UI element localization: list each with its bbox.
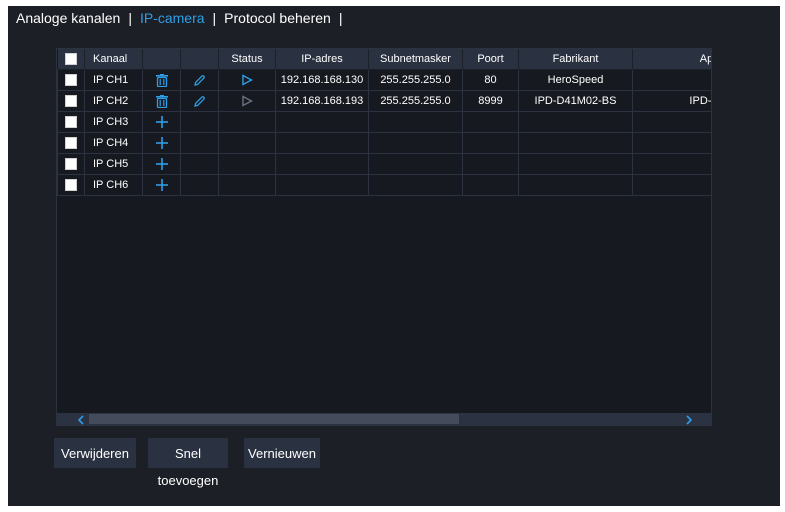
empty-cell: [462, 132, 519, 154]
manufacturer-cell: IPD-D41M02-BS: [518, 90, 633, 112]
edit-pencil-icon[interactable]: [193, 74, 206, 87]
column-header-status[interactable]: Status: [218, 49, 276, 70]
column-header-manufacturer[interactable]: Fabrikant: [518, 49, 633, 70]
empty-cell: [275, 132, 369, 154]
empty-cell: [368, 174, 463, 196]
empty-cell: [462, 111, 519, 133]
play-status-icon[interactable]: [241, 74, 253, 86]
empty-cell: [518, 111, 633, 133]
subnet-mask-cell: 255.255.255.0: [368, 90, 463, 112]
device-type-cell: IPD-D41M02: [632, 90, 711, 112]
table-row[interactable]: IP CH2 192.168.168.193 255.255.255.0 8999 IP…: [57, 90, 711, 112]
horizontal-scrollbar[interactable]: [57, 413, 711, 425]
ip-address-cell: 192.168.168.193: [275, 90, 369, 112]
column-header-device-type[interactable]: Apparaatty: [632, 49, 711, 70]
empty-cell: [275, 153, 369, 175]
scroll-left-arrow-icon[interactable]: [75, 413, 87, 425]
quick-add-button[interactable]: Snel: [148, 438, 228, 468]
table-row[interactable]: IP CH3: [57, 111, 711, 133]
tab-analog-channels[interactable]: Analoge kanalen: [14, 10, 122, 26]
refresh-button[interactable]: Vernieuwen: [244, 438, 320, 468]
subnet-mask-cell: 255.255.255.0: [368, 69, 463, 91]
select-all-checkbox[interactable]: [64, 53, 77, 66]
column-header-delete: [142, 49, 181, 70]
row-checkbox[interactable]: [65, 116, 77, 129]
row-checkbox[interactable]: [65, 74, 77, 87]
table-row[interactable]: IP CH5: [57, 153, 711, 175]
channel-cell: IP CH4: [84, 132, 143, 154]
empty-cell: [180, 153, 219, 175]
row-checkbox[interactable]: [65, 137, 77, 150]
empty-cell: [218, 153, 276, 175]
tab-ip-camera[interactable]: IP-camera: [138, 10, 207, 26]
scrollbar-thumb[interactable]: [89, 414, 459, 424]
column-header-edit: [180, 49, 219, 70]
table-row[interactable]: IP CH6: [57, 174, 711, 196]
column-header-subnet-mask[interactable]: Subnetmasker: [368, 49, 463, 70]
table-header-row: Kanaal Status IP-adres Subnetmasker Poor…: [57, 49, 711, 70]
empty-cell: [518, 132, 633, 154]
add-plus-icon[interactable]: [155, 116, 168, 129]
add-plus-icon[interactable]: [155, 179, 168, 192]
tab-bar: Analoge kanalen | IP-camera | Protocol b…: [14, 6, 348, 30]
empty-cell: [368, 111, 463, 133]
empty-cell: [632, 153, 711, 175]
empty-cell: [462, 174, 519, 196]
tab-separator: |: [212, 10, 217, 26]
device-type-cell: IPC: [632, 69, 711, 91]
ip-address-cell: 192.168.168.130: [275, 69, 369, 91]
empty-cell: [180, 132, 219, 154]
empty-cell: [462, 153, 519, 175]
channel-cell: IP CH5: [84, 153, 143, 175]
add-plus-icon[interactable]: [155, 137, 168, 150]
channel-cell: IP CH2: [84, 90, 143, 112]
delete-button[interactable]: Verwijderen: [54, 438, 136, 468]
empty-cell: [180, 111, 219, 133]
ip-camera-table: Kanaal Status IP-adres Subnetmasker Poor…: [57, 49, 711, 196]
delete-trash-icon[interactable]: [155, 73, 168, 87]
empty-cell: [275, 174, 369, 196]
quick-add-button-label-continued[interactable]: toevoegen: [148, 473, 228, 488]
empty-cell: [218, 111, 276, 133]
empty-cell: [180, 174, 219, 196]
row-checkbox[interactable]: [65, 95, 77, 108]
add-plus-icon[interactable]: [155, 158, 168, 171]
empty-cell: [218, 132, 276, 154]
column-header-channel[interactable]: Kanaal: [84, 49, 143, 70]
port-cell: 8999: [462, 90, 519, 112]
edit-pencil-icon[interactable]: [193, 95, 206, 108]
column-header-port[interactable]: Poort: [462, 49, 519, 70]
tab-protocol-management[interactable]: Protocol beheren: [222, 10, 333, 26]
row-checkbox[interactable]: [65, 158, 77, 171]
table-row[interactable]: IP CH1 192.168.168.130 255.255.255.0 80 Hero…: [57, 69, 711, 91]
empty-cell: [518, 174, 633, 196]
row-checkbox[interactable]: [65, 179, 77, 192]
channel-cell: IP CH3: [84, 111, 143, 133]
empty-cell: [368, 132, 463, 154]
empty-cell: [518, 153, 633, 175]
empty-cell: [275, 111, 369, 133]
tab-separator: |: [128, 10, 132, 26]
manufacturer-cell: HeroSpeed: [518, 69, 633, 91]
channel-cell: IP CH1: [84, 69, 143, 91]
column-header-ip-address[interactable]: IP-adres: [275, 49, 369, 70]
channel-cell: IP CH6: [84, 174, 143, 196]
ip-camera-table-area: Kanaal Status IP-adres Subnetmasker Poor…: [56, 48, 712, 426]
empty-cell: [632, 174, 711, 196]
empty-cell: [632, 111, 711, 133]
port-cell: 80: [462, 69, 519, 91]
tab-separator: |: [338, 10, 343, 26]
delete-trash-icon[interactable]: [155, 94, 168, 108]
empty-cell: [632, 132, 711, 154]
empty-cell: [218, 174, 276, 196]
empty-cell: [368, 153, 463, 175]
play-status-icon[interactable]: [241, 95, 253, 107]
table-row[interactable]: IP CH4: [57, 132, 711, 154]
settings-panel: Analoge kanalen | IP-camera | Protocol b…: [8, 6, 780, 506]
scroll-right-arrow-icon[interactable]: [683, 413, 695, 425]
